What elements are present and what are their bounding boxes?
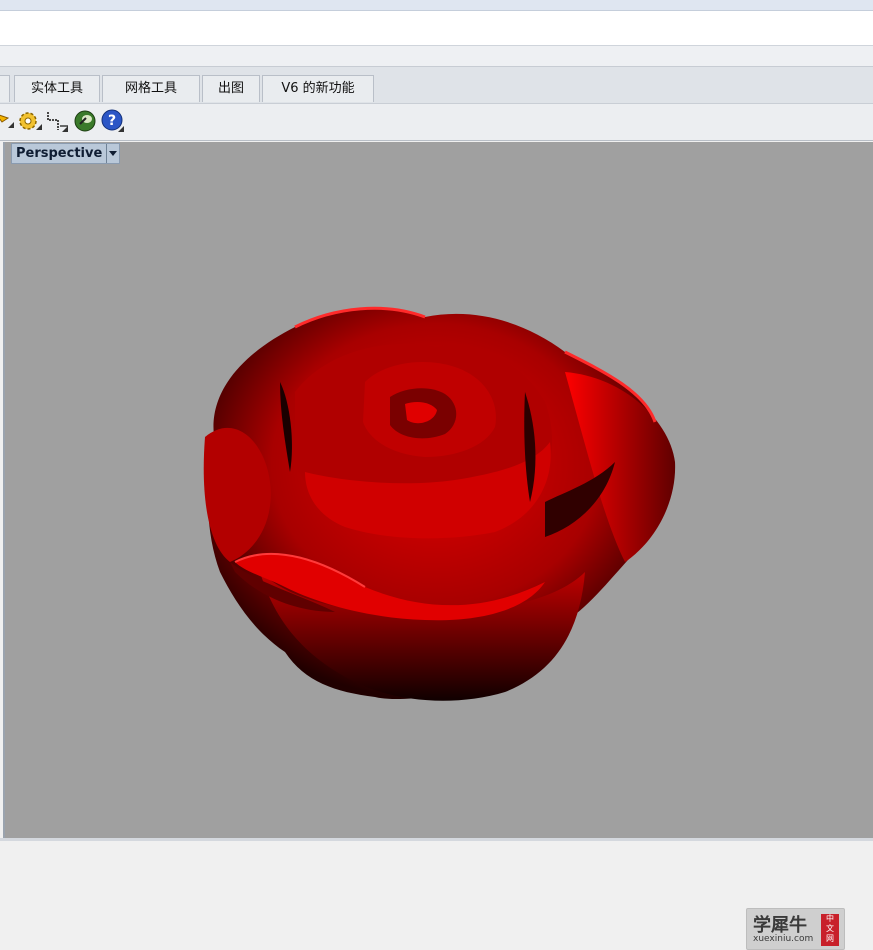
gear-settings-icon[interactable] <box>16 108 42 134</box>
seal-char: 中 <box>826 914 834 923</box>
dimension-icon[interactable] <box>44 108 70 134</box>
tab-solid-tools[interactable]: 实体工具 <box>14 75 100 102</box>
seal-char: 网 <box>826 934 834 943</box>
help-icon[interactable]: ? <box>100 108 126 134</box>
toolbar-gap <box>0 46 873 66</box>
svg-text:?: ? <box>108 113 116 129</box>
tab-layout[interactable]: 出图 <box>202 75 260 102</box>
toolbar: ? <box>0 103 873 141</box>
seal-char: 文 <box>826 924 834 933</box>
watermark: 学犀牛 xuexiniu.com 中 文 网 <box>746 908 845 950</box>
toolbar-tab-row: 实体工具 网格工具 出图 V6 的新功能 <box>0 66 873 103</box>
tab-label: 网格工具 <box>124 81 177 96</box>
tab-mesh-tools[interactable]: 网格工具 <box>102 75 200 102</box>
tab-label: V6 的新功能 <box>281 81 355 96</box>
rose-model[interactable] <box>5 142 873 838</box>
watermark-seal: 中 文 网 <box>821 914 839 946</box>
render-sphere-icon[interactable] <box>72 108 98 134</box>
tab-partial[interactable] <box>0 75 10 102</box>
tab-v6-new[interactable]: V6 的新功能 <box>262 75 374 102</box>
command-line[interactable] <box>0 11 873 46</box>
tab-label: 出图 <box>217 81 244 96</box>
watermark-en: xuexiniu.com <box>753 934 814 944</box>
tab-label: 实体工具 <box>30 81 83 96</box>
title-strip <box>0 0 873 11</box>
perspective-viewport[interactable]: Perspective 学犀牛 xuexiniu.com 中 文 网 <box>3 142 873 950</box>
